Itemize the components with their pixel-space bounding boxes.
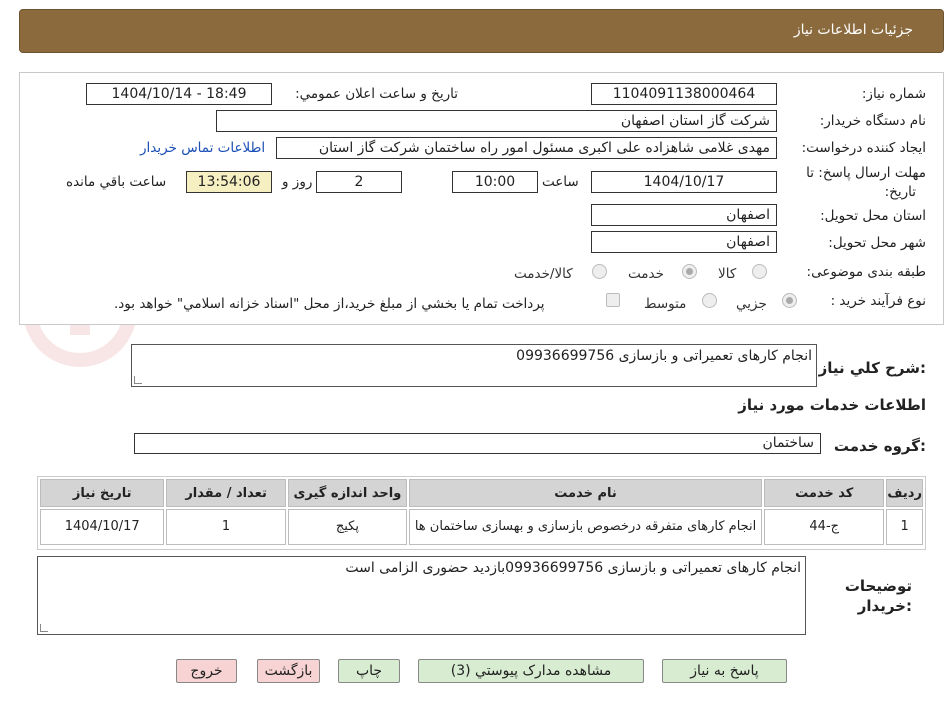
page-title: جزئیات اطلاعات نیاز	[793, 22, 913, 38]
col-quantity: تعداد / مقدار	[166, 479, 286, 507]
city-field: اصفهان	[591, 231, 777, 253]
cell-need-date: 1404/10/17	[40, 509, 165, 545]
buyer-notes-text: انجام کارهای تعمیراتی و بازسازی 09936699…	[345, 560, 801, 576]
table-row: 1 ج-44 انجام کارهای متفرقه درخصوص بازساز…	[40, 509, 923, 545]
requester-label: ايجاد کننده درخواست:	[801, 140, 926, 156]
need-number-label: شماره نیاز:	[861, 86, 926, 102]
process-minor-radio[interactable]	[782, 293, 797, 308]
process-medium-radio[interactable]	[702, 293, 717, 308]
treasury-payment-checkbox[interactable]	[606, 293, 620, 307]
buyer-notes-label-1: توضيحات	[844, 577, 912, 595]
description-label: شرح کلي نياز:	[818, 359, 926, 377]
announce-date-field: 1404/10/14 - 18:49	[86, 83, 272, 105]
cell-service-code: ج-44	[764, 509, 885, 545]
requester-field: مهدی غلامی شاهزاده علی اکبری مسئول امور …	[276, 137, 777, 159]
announce-date-label: تاریخ و ساعت اعلان عمومي:	[295, 86, 458, 102]
need-number-field: 1104091138000464	[591, 83, 777, 105]
col-need-date: تاريخ نياز	[40, 479, 165, 507]
col-row-number: رديف	[886, 479, 923, 507]
services-table: رديف کد خدمت نام خدمت واحد اندازه گيری ت…	[37, 476, 926, 550]
deadline-time-label: ساعت	[542, 174, 579, 190]
buyer-notes-label-2: خريدار:	[857, 597, 912, 615]
cell-row-number: 1	[886, 509, 923, 545]
category-both-label: کالا/خدمت	[514, 266, 573, 282]
category-goods-label: کالا	[718, 266, 737, 282]
days-remaining-field: 2	[316, 171, 402, 193]
description-textarea[interactable]: انجام کارهای تعمیراتی و بازسازی 09936699…	[131, 344, 817, 387]
print-button[interactable]: چاپ	[338, 659, 400, 683]
deadline-label-date: تاريخ:	[884, 184, 916, 200]
exit-button[interactable]: خروج	[176, 659, 237, 683]
category-both-radio[interactable]	[592, 264, 607, 279]
col-unit: واحد اندازه گيری	[287, 479, 408, 507]
process-label: نوع فرآيند خريد :	[830, 293, 926, 309]
deadline-date-field: 1404/10/17	[591, 171, 777, 193]
buyer-org-field: شرکت گاز استان اصفهان	[216, 110, 777, 132]
services-section-title: اطلاعات خدمات مورد نياز	[738, 396, 926, 414]
buyer-notes-textarea[interactable]: انجام کارهای تعمیراتی و بازسازی 09936699…	[37, 556, 806, 635]
description-text: انجام کارهای تعمیراتی و بازسازی 09936699…	[516, 348, 812, 364]
cell-unit: پکيج	[287, 509, 408, 545]
city-label: شهر محل تحويل:	[828, 235, 926, 251]
col-service-code: کد خدمت	[764, 479, 885, 507]
buyer-contact-link[interactable]: اطلاعات تماس خريدار	[140, 140, 265, 156]
cell-quantity: 1	[166, 509, 286, 545]
process-medium-label: متوسط	[644, 296, 687, 312]
view-attachments-button[interactable]: مشاهده مدارک پيوستي (3)	[418, 659, 644, 683]
table-header-row: رديف کد خدمت نام خدمت واحد اندازه گيری ت…	[40, 479, 923, 507]
treasury-payment-note: پرداخت تمام يا بخشي از مبلغ خريد،از محل …	[114, 296, 545, 312]
service-group-field: ساختمان	[134, 433, 821, 454]
service-group-label: گروه خدمت:	[833, 437, 926, 455]
col-service-name: نام خدمت	[409, 479, 763, 507]
back-button[interactable]: بازگشت	[257, 659, 320, 683]
cell-service-name: انجام کارهای متفرقه درخصوص بازسازی و بهس…	[409, 509, 763, 545]
resize-grip-icon[interactable]	[40, 624, 48, 632]
reply-button[interactable]: پاسخ به نياز	[662, 659, 787, 683]
days-label: روز و	[282, 174, 313, 190]
category-label: طبقه بندی موضوعی:	[806, 264, 926, 280]
category-service-label: خدمت	[628, 266, 664, 282]
deadline-time-field: 10:00	[452, 171, 538, 193]
resize-grip-icon[interactable]	[134, 376, 142, 384]
province-field: اصفهان	[591, 204, 777, 226]
deadline-label: مهلت ارسال پاسخ: تا	[806, 165, 926, 181]
category-service-radio[interactable]	[682, 264, 697, 279]
province-label: استان محل تحويل:	[820, 208, 926, 224]
category-goods-radio[interactable]	[752, 264, 767, 279]
process-minor-label: جزيي	[736, 296, 767, 312]
page-header: جزئیات اطلاعات نیاز	[19, 9, 944, 53]
buyer-org-label: نام دستگاه خريدار:	[819, 113, 926, 129]
remaining-time-field: 13:54:06	[186, 171, 272, 193]
remaining-time-label: ساعت باقي مانده	[66, 174, 167, 190]
